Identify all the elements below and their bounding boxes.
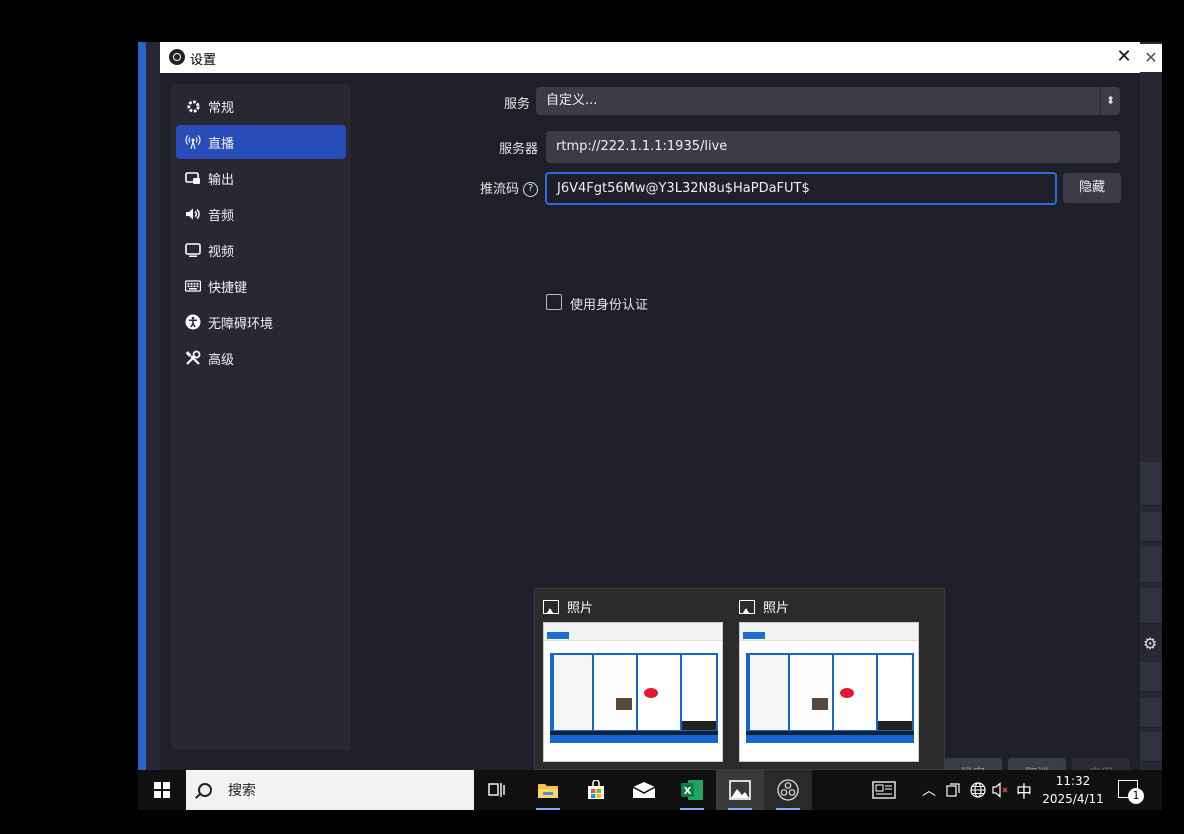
sidebar-item-general[interactable]: 常规 [176,89,346,123]
clock-date: 2025/4/11 [1042,792,1104,806]
sidebar-item-label: 直播 [208,136,235,152]
gear-icon [185,98,201,114]
excel-icon[interactable]: X [668,770,716,810]
sidebar-item-label: 高级 [208,352,235,368]
clock-time: 11:32 [1055,774,1091,788]
thumbnail-preview [543,622,723,762]
sidebar-item-output[interactable]: 输出 [176,161,346,195]
start-button[interactable] [138,770,186,810]
network-icon[interactable] [970,770,986,810]
photos-icon [543,599,559,614]
sidebar-item-advanced[interactable]: 高级 [176,341,346,375]
sidebar-item-label: 无障碍环境 [208,316,274,332]
broadcast-icon [185,134,201,150]
sidebar-item-audio[interactable]: 音频 [176,197,346,231]
sidebar-item-accessibility[interactable]: 无障碍环境 [176,305,346,339]
apply-button[interactable]: 应用 [1072,758,1130,770]
obs-main-close-button[interactable]: ✕ [1140,44,1162,72]
keyboard-icon [185,278,201,294]
file-explorer-icon[interactable] [524,770,572,810]
task-view-icon[interactable] [474,770,522,810]
monitor-icon [185,242,201,258]
stream-key-value: J6V4Fgt56Mw@Y3L32N8u$HaPDaFUT$ [557,181,810,196]
auth-checkbox[interactable] [546,294,562,310]
photos-icon[interactable] [716,770,764,810]
speaker-icon [185,206,201,222]
sidebar-item-label: 音频 [208,208,235,224]
thumbnail-photos-1[interactable]: 照片 [535,589,731,771]
mail-icon[interactable] [620,770,668,810]
news-widget-icon[interactable] [872,770,896,810]
thumbnail-preview [739,622,919,762]
server-value: rtmp://222.1.1.1:1935/live [556,139,728,154]
chevron-updown-icon: ⬍ [1100,87,1120,115]
server-label: 服务器 [498,142,538,157]
hide-key-button[interactable]: 隐藏 [1063,173,1121,203]
taskbar-clock[interactable]: 11:32 2025/4/11 [1038,772,1108,808]
close-button[interactable]: ✕ [1112,45,1136,69]
obs-logo-icon [169,49,185,65]
help-icon[interactable]: ? [523,182,538,197]
output-icon [185,170,201,186]
tablet-icon[interactable] [946,770,960,810]
search-placeholder: 搜索 [228,783,256,799]
windows-taskbar: 搜索 X ︿ 中 11:32 2025/4/11 1 [138,770,1162,810]
sidebar-item-video[interactable]: 视频 [176,233,346,267]
taskbar-thumbnail-popup: 照片 照片 [534,588,945,770]
stream-key-label: 推流码? [440,178,538,197]
notification-badge: 1 [1128,788,1144,804]
dialog-titlebar: 设置 ✕ [160,42,1140,73]
store-icon[interactable] [572,770,620,810]
service-value: 自定义... [546,93,598,108]
stream-key-label-text: 推流码 [479,182,519,197]
windows-logo-icon [154,782,170,798]
service-label: 服务 [503,97,530,112]
stream-key-input[interactable]: J6V4Fgt56Mw@Y3L32N8u$HaPDaFUT$ [545,172,1057,205]
accessibility-icon [185,314,201,330]
sidebar-item-label: 视频 [208,244,235,260]
svg-text:X: X [684,786,692,797]
cancel-button[interactable]: 取消 [1008,758,1066,770]
chevron-up-icon[interactable]: ︿ [922,770,936,810]
obs-main-window-left-edge [138,42,160,770]
sidebar-item-stream[interactable]: 直播 [176,125,346,159]
settings-sidebar: 常规 直播 输出 音频 视频 快捷键 无障碍环境 高级 [171,84,351,750]
obs-main-window-right-panel: ⚙ [1140,42,1162,770]
dialog-title: 设置 [190,53,217,68]
sidebar-item-label: 输出 [208,172,235,188]
obs-icon[interactable] [764,770,812,810]
gear-icon[interactable]: ⚙ [1143,634,1157,653]
thumbnail-photos-2[interactable]: 照片 [731,589,927,771]
auth-checkbox-label[interactable]: 使用身份认证 [570,294,648,313]
sidebar-item-label: 快捷键 [208,280,248,296]
volume-muted-icon[interactable] [992,770,1010,810]
thumbnail-title: 照片 [763,601,790,616]
server-input[interactable]: rtmp://222.1.1.1:1935/live [546,131,1120,163]
photos-icon [739,599,755,614]
ime-indicator[interactable]: 中 [1016,770,1032,810]
ok-button[interactable]: 确定 [944,758,1002,770]
sidebar-item-label: 常规 [208,100,235,116]
taskbar-search[interactable]: 搜索 [186,770,474,810]
service-select[interactable]: 自定义... ⬍ [536,87,1120,115]
sidebar-item-hotkeys[interactable]: 快捷键 [176,269,346,303]
search-icon [198,783,212,797]
tools-icon [185,350,201,366]
thumbnail-title: 照片 [567,601,594,616]
